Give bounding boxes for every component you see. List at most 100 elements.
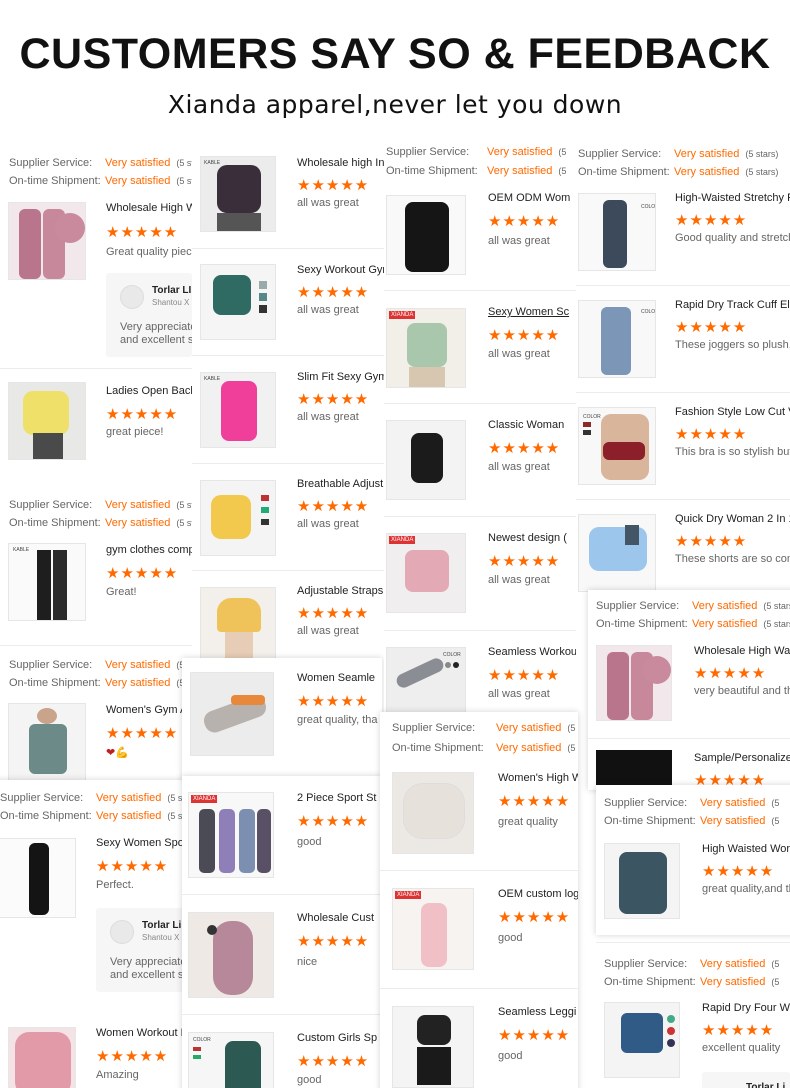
product-thumbnail[interactable] [392,772,474,854]
review-comment: Perfect. [96,879,134,891]
review-comment: good [297,1074,322,1086]
product-title[interactable]: Wholesale High W [106,202,192,214]
review-shot-9: XIANDA 2 Piece Sport St ★★★★★ good Whole… [182,776,382,1088]
product-thumbnail[interactable] [596,645,672,721]
review-comment: These joggers so plush, c [675,339,790,351]
supplier-service-line: Supplier Service:Very satisfied(5 stars) [578,148,779,160]
reply-text-2: and excellent s [110,969,184,981]
product-thumbnail[interactable]: COLOR [386,647,466,713]
product-title[interactable]: Fashion Style Low Cut V I [675,406,790,418]
product-title[interactable]: High Waisted Work [702,843,790,855]
product-thumbnail[interactable]: KABLE [200,372,276,448]
product-title[interactable]: Seamless Workout L [488,646,576,658]
rating-stars: ★★★★★ [702,1022,775,1039]
product-title[interactable]: OEM custom log [498,888,578,900]
rating-stars: ★★★★★ [675,212,748,229]
rating-stars: ★★★★★ [675,426,748,443]
product-title[interactable]: Sexy Women Sc [488,306,576,318]
product-title[interactable]: Sexy Workout Gym [297,264,384,276]
product-thumbnail[interactable] [8,202,86,280]
product-title[interactable]: OEM ODM Wom [488,192,576,204]
product-title[interactable]: Breathable Adjust [297,478,384,490]
product-thumbnail[interactable] [604,1002,680,1078]
product-title[interactable]: Adjustable Straps [297,585,384,597]
supplier-service-line: Supplier Service:Very satisfied(5 st [9,157,192,169]
product-title[interactable]: Women Workout E [96,1027,186,1039]
product-title[interactable]: Custom Girls Sp [297,1032,382,1044]
product-thumbnail[interactable] [578,514,656,592]
product-title[interactable]: 2 Piece Sport St [297,792,382,804]
product-thumbnail[interactable]: KABLE [200,156,276,232]
reply-text-2: and excellent s [120,334,192,346]
product-title[interactable]: Rapid Dry Four Way [702,1002,790,1014]
product-thumbnail[interactable]: XIANDA [386,308,466,388]
product-title[interactable]: Seamless Leggi [498,1006,578,1018]
product-title[interactable]: Wholesale Cust [297,912,382,924]
product-thumbnail[interactable]: COLOR [188,1032,274,1088]
shipment-line: On-time Shipment: Very satisfied (5 [386,165,567,177]
review-comment: all was great [488,688,550,700]
product-thumbnail[interactable] [8,703,86,783]
product-title[interactable]: Newest design ( [488,532,576,544]
product-thumbnail[interactable] [386,195,466,275]
product-title[interactable]: Ladies Open Back [106,385,192,397]
product-title[interactable]: Slim Fit Sexy Gym [297,371,384,383]
supplier-service-line: Supplier Service: Very satisfied (5 [392,722,576,734]
rating-stars: ★★★★★ [498,1027,571,1044]
supplier-service-line: Supplier Service:Very satisfied(5 stars) [596,600,790,612]
review-comment: very beautiful and the [694,685,790,697]
shipment-line: On-time Shipment:Very satisfied(5 st [9,517,192,529]
rating-stars: ★★★★★ [694,665,767,682]
review-comment: all was great [488,574,550,586]
product-title[interactable]: High-Waisted Stretchy Pa [675,192,790,204]
product-thumbnail[interactable] [8,382,86,460]
product-thumbnail[interactable] [200,587,276,660]
product-thumbnail[interactable] [392,1006,474,1088]
product-thumbnail[interactable] [200,264,276,340]
shipment-line: On-time Shipment: Very satisfied (5 [9,677,185,689]
product-title[interactable]: Rapid Dry Track Cuff Elas [675,299,790,311]
product-title[interactable]: Women's High Wai [498,772,578,784]
product-title[interactable]: Wholesale High Wais [694,645,790,657]
feedback-collage: Supplier Service:Very satisfied(5 st On-… [0,140,790,1088]
product-title[interactable]: Wholesale high In [297,157,384,169]
product-title[interactable]: Women's Gym Ac [106,704,192,716]
product-thumbnail[interactable] [604,843,680,919]
review-comment: This bra is so stylish but c [675,446,790,458]
product-thumbnail[interactable]: COLOR [578,193,656,271]
reply-text-1: Very appreciate [110,956,187,968]
product-thumbnail[interactable] [190,672,274,756]
rating-stars: ★★★★★ [106,406,179,423]
product-thumbnail[interactable] [0,838,76,918]
product-thumbnail[interactable] [200,480,276,556]
review-comment: all was great [488,235,550,247]
rating-stars: ★★★★★ [297,1053,370,1070]
shipment-line: On-time Shipment:Very satisfied(5 st [0,810,185,822]
supplier-logo [110,920,134,944]
reply-company: Shantou X [152,298,190,307]
product-thumbnail[interactable] [596,750,672,790]
review-comment: Great! [106,586,137,598]
review-comment: Amazing [96,1069,139,1081]
product-thumbnail[interactable]: XIANDA [386,533,466,613]
product-title[interactable]: Quick Dry Woman 2 In 1 F [675,513,790,525]
product-title[interactable]: Women Seamle [297,672,382,684]
rating-stars: ★★★★★ [297,498,370,515]
product-title[interactable]: gym clothes comp [106,544,192,556]
review-shot-15: Supplier Service: Very satisfied (5 On-tim… [596,942,790,1088]
product-thumbnail[interactable] [188,912,274,998]
product-thumbnail[interactable]: XIANDA [188,792,274,878]
rating-stars: ★★★★★ [96,1048,169,1065]
supplier-service-line: Supplier Service: Very satisfied (5 [9,659,185,671]
product-title[interactable]: Classic Woman [488,419,576,431]
review-shot-2: Ladies Open Back ★★★★★ great piece! [0,368,192,468]
product-thumbnail[interactable] [386,420,466,500]
product-thumbnail[interactable]: COLOR [578,407,656,485]
product-title[interactable]: Sexy Women Spor [96,837,190,849]
product-thumbnail[interactable] [8,1027,76,1088]
product-title[interactable]: Sample/Personalized [694,752,790,764]
product-thumbnail[interactable]: COLOR [578,300,656,378]
product-thumbnail[interactable]: KABLE [8,543,86,621]
product-thumbnail[interactable]: XIANDA [392,888,474,970]
review-comment: good [498,932,523,944]
